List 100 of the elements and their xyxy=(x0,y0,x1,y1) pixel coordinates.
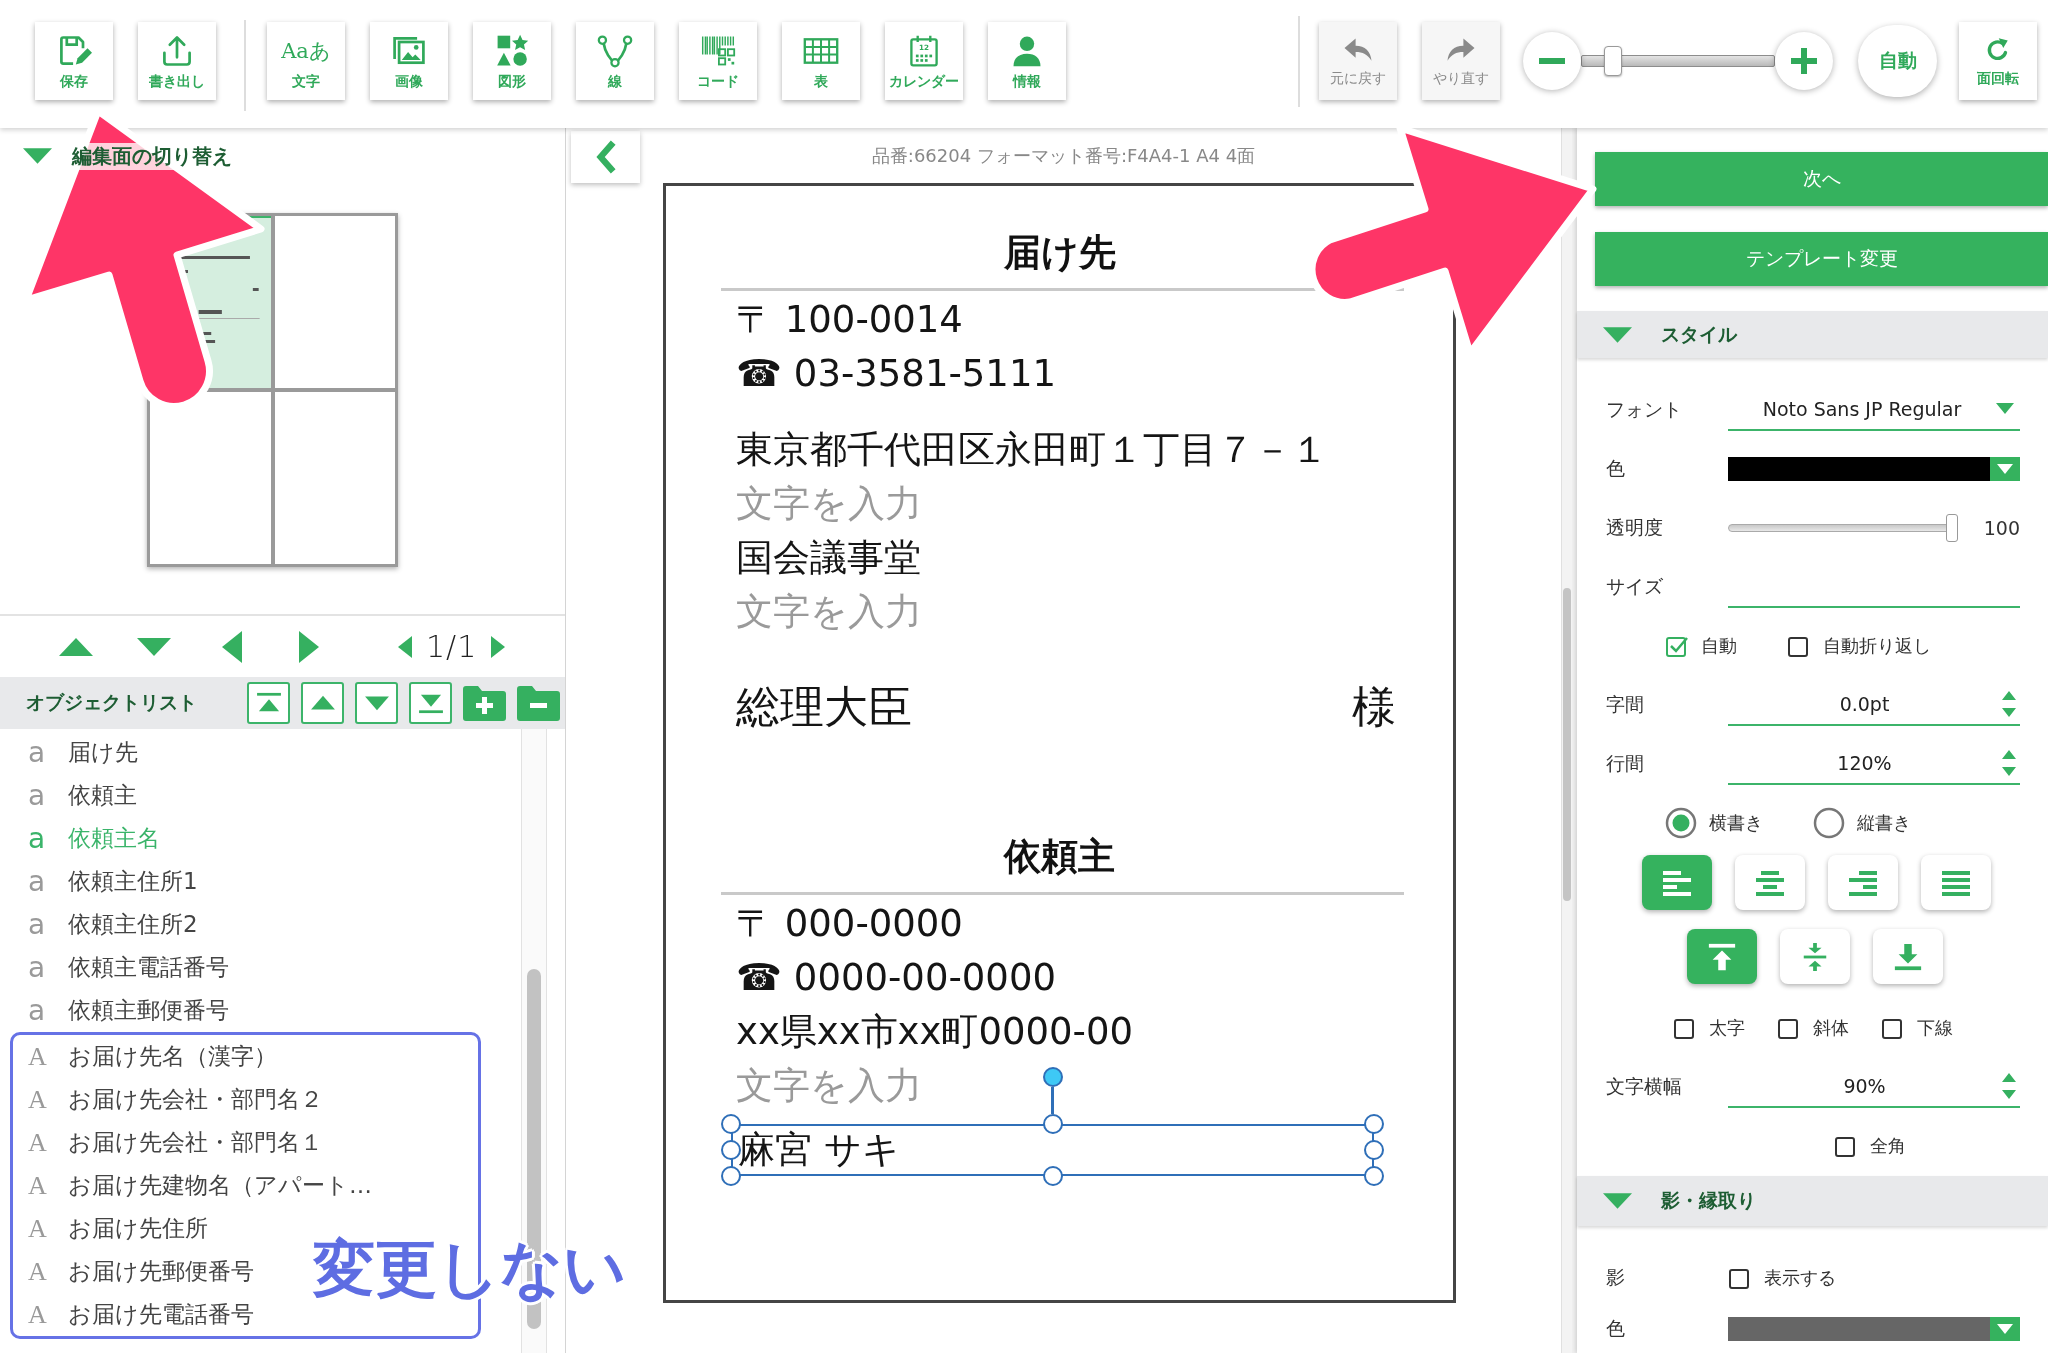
list-item[interactable]: a 依頼主電話番号 xyxy=(0,946,229,989)
text-type-icon: a xyxy=(28,824,68,853)
rotate-handle[interactable] xyxy=(1042,1067,1063,1114)
align-center-button[interactable] xyxy=(1735,855,1805,910)
list-item[interactable]: A お届け先郵便番号 xyxy=(13,1250,254,1293)
section-title: 編集面の切り替え xyxy=(72,142,232,170)
text-type-icon: a xyxy=(28,910,68,939)
spinner-icon[interactable] xyxy=(2001,748,2017,777)
resize-handle[interactable] xyxy=(721,1140,741,1160)
move-to-top-button[interactable] xyxy=(247,682,290,724)
resize-handle[interactable] xyxy=(721,1166,741,1186)
honorific-text: 様 xyxy=(1352,680,1396,734)
list-item[interactable]: A お届け先会社・部門名１ xyxy=(13,1121,323,1164)
number-field[interactable]: 0.0pt xyxy=(1728,683,2020,726)
caret-down-icon[interactable] xyxy=(23,148,52,164)
face-tile[interactable] xyxy=(150,392,271,564)
list-item[interactable]: A お届け先建物名（アパート… xyxy=(13,1164,372,1207)
align-top-button[interactable] xyxy=(1687,929,1757,984)
text-field[interactable]: 東京都千代田区永田町１丁目７－１ xyxy=(731,423,1328,477)
move-to-bottom-button[interactable] xyxy=(409,682,452,724)
text-type-icon: a xyxy=(28,738,68,767)
text-field[interactable]: 総理大臣 様 xyxy=(731,679,1404,735)
align-justify-icon xyxy=(1940,869,1972,896)
color-swatch[interactable] xyxy=(1728,1317,1990,1341)
checkbox-label: 自動折り返し xyxy=(1823,633,1931,658)
arrow-to-top-icon xyxy=(1707,941,1737,972)
caret-down-icon[interactable] xyxy=(1603,326,1632,343)
opacity-slider[interactable] xyxy=(1728,513,1958,542)
dropdown-button[interactable] xyxy=(1990,1317,2020,1341)
align-justify-button[interactable] xyxy=(1921,855,1991,910)
text-type-icon: A xyxy=(28,1086,68,1113)
checkbox-label: 自動 xyxy=(1701,633,1737,658)
resize-handle[interactable] xyxy=(1042,1166,1063,1186)
list-item[interactable]: a 依頼主郵便番号 xyxy=(0,989,229,1032)
dropdown-button[interactable] xyxy=(1990,456,2020,481)
list-item[interactable]: A お届け先電話番号 xyxy=(13,1293,254,1336)
list-item[interactable]: a 届け先 xyxy=(0,731,138,774)
list-item[interactable]: a 依頼主住所2 xyxy=(0,903,198,946)
color-swatch[interactable] xyxy=(1728,456,1990,481)
caret-down-icon xyxy=(1996,403,2014,414)
plus-icon xyxy=(1791,48,1817,74)
field-label: 行間 xyxy=(1606,750,1645,776)
number-field[interactable]: 90% xyxy=(1728,1065,2020,1108)
section-header[interactable]: 影・縁取り xyxy=(1577,1176,2048,1226)
bar-triangle-up-icon xyxy=(254,692,283,714)
spinner-icon[interactable] xyxy=(2001,689,2017,718)
list-item[interactable]: A お届け先名（漢字） xyxy=(13,1035,277,1078)
triangle-up-icon[interactable] xyxy=(59,637,93,656)
slider-thumb[interactable] xyxy=(1603,46,1622,76)
list-item[interactable]: A お届け先住所 xyxy=(13,1207,208,1250)
text-type-icon: a xyxy=(28,996,68,1025)
face-tile[interactable] xyxy=(274,216,395,388)
move-down-button[interactable] xyxy=(355,682,398,724)
resize-handle[interactable] xyxy=(1364,1140,1384,1160)
face-tile[interactable] xyxy=(274,392,395,564)
align-bottom-button[interactable] xyxy=(1873,929,1943,984)
text-type-icon: A xyxy=(28,1215,68,1242)
align-left-button[interactable] xyxy=(1642,855,1712,910)
triangle-right-icon[interactable] xyxy=(299,630,319,663)
section-header[interactable]: スタイル xyxy=(1577,311,2048,358)
folder-plus-icon[interactable] xyxy=(463,685,506,721)
zoom-out-button[interactable] xyxy=(1523,32,1581,90)
slider-thumb[interactable] xyxy=(1946,513,1958,542)
collapse-panel-button[interactable] xyxy=(571,131,640,183)
resize-handle[interactable] xyxy=(721,1114,741,1134)
radio-button[interactable] xyxy=(1665,806,1697,839)
caret-down-icon[interactable] xyxy=(1603,1193,1632,1209)
checkbox-label: 全角 xyxy=(1870,1133,1906,1158)
text-type-icon: A xyxy=(28,1258,68,1285)
text-field[interactable]: 国会議事堂 xyxy=(731,531,921,585)
triangle-left-icon[interactable] xyxy=(222,630,242,663)
text-field[interactable]: 〒 000-0000 xyxy=(731,897,963,951)
number-field[interactable]: 120% xyxy=(1728,742,2020,785)
move-up-button[interactable] xyxy=(301,682,344,724)
format-info: 品番:66204 フォーマット番号:F4A4-1 A4 4面 xyxy=(871,143,1256,168)
resize-handle[interactable] xyxy=(1042,1114,1063,1134)
text-type-icon: A xyxy=(28,1043,68,1070)
list-item[interactable]: a 依頼主住所1 xyxy=(0,860,198,903)
text-field[interactable]: xx県xx市xx町0000-00 xyxy=(731,1005,1133,1059)
list-item[interactable]: A お届け先会社・部門名２ xyxy=(13,1078,323,1121)
resize-handle[interactable] xyxy=(1364,1114,1384,1134)
text-field[interactable]: ☎ 0000-00-0000 xyxy=(731,951,1056,1005)
list-item[interactable]: a 依頼主 xyxy=(0,774,137,817)
triangle-down-icon[interactable] xyxy=(137,637,171,656)
font-select[interactable]: Noto Sans JP Regular xyxy=(1728,388,2020,431)
text-type-icon: A xyxy=(28,1172,68,1199)
text-field[interactable]: ☎ 03-3581-5111 xyxy=(731,347,1056,401)
resize-handle[interactable] xyxy=(1364,1166,1384,1186)
zoom-in-button[interactable] xyxy=(1775,32,1833,90)
align-middle-button[interactable] xyxy=(1780,929,1850,984)
text-field[interactable]: 〒 100-0014 xyxy=(731,293,963,347)
spinner-icon[interactable] xyxy=(2001,1071,2017,1100)
radio-button[interactable] xyxy=(1813,806,1845,839)
zoom-slider[interactable] xyxy=(1581,46,1775,76)
folder-minus-icon[interactable] xyxy=(517,685,560,721)
next-page-icon[interactable] xyxy=(491,635,506,658)
chevron-left-icon xyxy=(594,139,617,175)
previous-page-icon[interactable] xyxy=(398,635,412,658)
align-right-button[interactable] xyxy=(1828,855,1898,910)
checkbox-label: 太字 xyxy=(1709,1015,1745,1040)
